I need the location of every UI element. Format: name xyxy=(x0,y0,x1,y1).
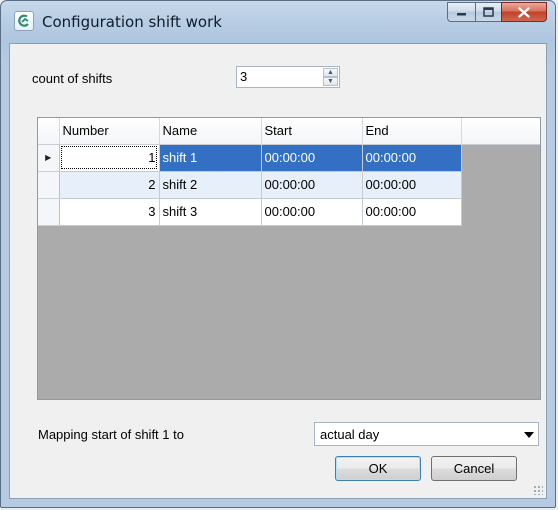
chevron-up-icon: ▲ xyxy=(327,69,334,76)
close-icon xyxy=(518,6,530,18)
cell-number[interactable]: 1 xyxy=(59,144,160,172)
column-header-number[interactable]: Number xyxy=(59,118,160,145)
cancel-button[interactable]: Cancel xyxy=(431,456,517,481)
cell-start[interactable]: 00:00:00 xyxy=(261,198,363,226)
header-filler xyxy=(461,118,540,145)
dialog-client-area: count of shifts 3 ▲ ▼ Number Name Start xyxy=(9,43,547,499)
shifts-table: Number Name Start End ▶ 1 shift 1 00:00:… xyxy=(38,118,540,226)
count-of-shifts-value[interactable]: 3 xyxy=(240,69,247,84)
grid-corner-header xyxy=(38,118,60,145)
column-header-end[interactable]: End xyxy=(362,118,462,145)
maximize-icon xyxy=(483,7,494,17)
stepper-down-button[interactable]: ▼ xyxy=(323,77,338,86)
minimize-icon xyxy=(456,13,466,16)
grid-empty-area xyxy=(461,144,540,171)
resize-grip-icon[interactable] xyxy=(533,485,543,495)
app-logo-icon xyxy=(14,11,34,31)
count-of-shifts-stepper[interactable]: 3 ▲ ▼ xyxy=(236,66,340,88)
window-title: Configuration shift work xyxy=(42,13,222,31)
dialog-window: Configuration shift work count of shifts… xyxy=(0,0,556,508)
cell-name[interactable]: shift 1 xyxy=(159,144,262,172)
window-controls xyxy=(447,2,547,23)
grid-empty-area xyxy=(461,198,540,225)
cell-end[interactable]: 00:00:00 xyxy=(362,171,462,199)
cell-start[interactable]: 00:00:00 xyxy=(261,144,363,172)
row-header[interactable]: ▶ xyxy=(38,144,60,172)
cell-name[interactable]: shift 3 xyxy=(159,198,262,226)
dropdown-arrow-icon[interactable] xyxy=(524,432,534,438)
grid-header-row: Number Name Start End xyxy=(38,118,540,145)
cell-number[interactable]: 2 xyxy=(59,171,160,199)
cell-name[interactable]: shift 2 xyxy=(159,171,262,199)
stepper-up-button[interactable]: ▲ xyxy=(323,68,338,77)
column-header-name[interactable]: Name xyxy=(159,118,262,145)
cell-start[interactable]: 00:00:00 xyxy=(261,171,363,199)
chevron-down-icon: ▼ xyxy=(327,78,334,85)
minimize-button[interactable] xyxy=(447,2,475,22)
current-row-triangle-icon: ▶ xyxy=(45,153,52,162)
close-button[interactable] xyxy=(501,2,547,22)
ok-button[interactable]: OK xyxy=(335,456,421,481)
stepper-buttons: ▲ ▼ xyxy=(323,68,338,86)
grid-empty-area xyxy=(461,171,540,198)
table-row[interactable]: 3 shift 3 00:00:00 00:00:00 xyxy=(38,198,540,226)
cell-number[interactable]: 3 xyxy=(59,198,160,226)
title-bar[interactable]: Configuration shift work xyxy=(1,1,555,43)
count-of-shifts-label: count of shifts xyxy=(32,71,113,86)
table-row[interactable]: ▶ 1 shift 1 00:00:00 00:00:00 xyxy=(38,144,540,172)
mapping-select[interactable]: actual day xyxy=(314,422,539,446)
row-header[interactable] xyxy=(38,198,60,226)
row-header[interactable] xyxy=(38,171,60,199)
column-header-start[interactable]: Start xyxy=(261,118,363,145)
shifts-grid[interactable]: Number Name Start End ▶ 1 shift 1 00:00:… xyxy=(37,117,541,400)
cell-end[interactable]: 00:00:00 xyxy=(362,144,462,172)
mapping-label: Mapping start of shift 1 to xyxy=(38,427,184,442)
mapping-selected-value: actual day xyxy=(320,427,380,442)
maximize-button[interactable] xyxy=(475,2,501,22)
cell-end[interactable]: 00:00:00 xyxy=(362,198,462,226)
table-row[interactable]: 2 shift 2 00:00:00 00:00:00 xyxy=(38,171,540,199)
